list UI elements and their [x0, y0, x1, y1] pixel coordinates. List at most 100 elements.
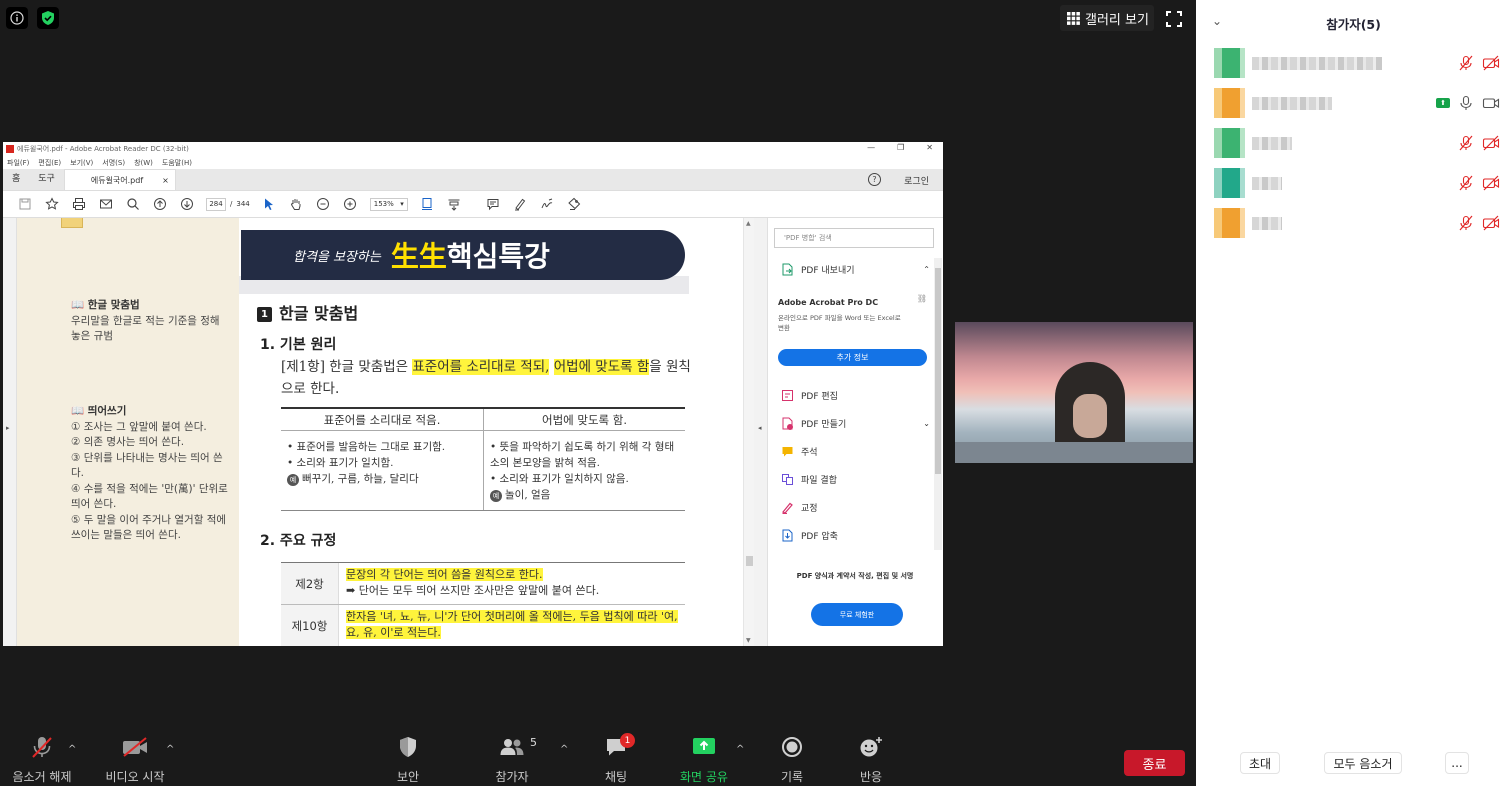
help-icon[interactable]: ?: [868, 173, 881, 186]
share-options-caret-icon[interactable]: ^: [736, 744, 744, 755]
encryption-shield-icon[interactable]: [37, 7, 59, 29]
participant-row[interactable]: [1214, 208, 1500, 238]
fit-page-icon[interactable]: [414, 194, 441, 214]
acrobat-toolbar: 284 / 344 153% ▾: [3, 191, 943, 218]
tool-edit-pdf[interactable]: PDF 편집: [780, 388, 930, 402]
tools-scrollbar[interactable]: [934, 258, 942, 550]
login-button[interactable]: 로그인: [904, 174, 929, 187]
acrobat-menu-bar: 파일(F) 편집(E) 보기(V) 서명(S) 창(W) 도움말(H): [3, 156, 943, 169]
tab-tools[interactable]: 도구: [29, 171, 64, 190]
highlight-text: 어법에 맞도록 함: [553, 359, 650, 375]
tool-proofread[interactable]: 교정: [780, 500, 930, 514]
page-indicator: 284 / 344: [206, 197, 250, 211]
mute-all-button[interactable]: 모두 음소거: [1324, 752, 1402, 774]
video-options-caret-icon[interactable]: ^: [166, 744, 174, 755]
zoom-out-icon[interactable]: [310, 194, 337, 214]
participants-button[interactable]: 5 참가자: [472, 730, 552, 786]
sign-icon[interactable]: [534, 194, 561, 214]
tool-create-pdf[interactable]: PDF 만들기 ⌄: [780, 416, 930, 430]
menu-file[interactable]: 파일(F): [7, 158, 29, 168]
avatar: [1214, 128, 1245, 158]
tab-home[interactable]: 홈: [3, 171, 29, 190]
tool-label: 파일 결합: [801, 475, 837, 486]
menu-help[interactable]: 도움말(H): [162, 158, 192, 168]
comment-icon[interactable]: [480, 194, 507, 214]
participant-name-redacted: [1252, 97, 1332, 110]
participant-row[interactable]: ⬆: [1214, 88, 1500, 118]
compress-pdf-icon: [780, 528, 794, 542]
mail-icon[interactable]: [92, 194, 119, 214]
note-spacing-item: ② 의존 명사는 띄어 쓴다.: [71, 436, 185, 448]
menu-sign[interactable]: 서명(S): [102, 158, 125, 168]
rule-column-grammar: 어법에 맞도록 함. • 뜻을 파악하기 쉽도록 하기 위해 각 형태소의 본모…: [483, 409, 685, 510]
more-info-button[interactable]: 추가 정보: [778, 349, 927, 366]
participant-row[interactable]: [1214, 48, 1500, 78]
video-off-icon: [1482, 175, 1500, 191]
page-number-input[interactable]: 284: [206, 197, 226, 211]
reactions-label: 반응: [859, 770, 883, 784]
article-row: 제2항 문장의 각 단어는 띄어 씀을 원칙으로 한다. ➡ 단어는 모두 띄어…: [281, 563, 685, 605]
mic-muted-icon: [32, 737, 52, 758]
tool-compress-pdf[interactable]: PDF 압축: [780, 528, 930, 542]
more-options-button[interactable]: ...: [1445, 752, 1469, 774]
document-scrollbar[interactable]: ▲ ▼: [743, 218, 754, 646]
fill-sign-icon[interactable]: [561, 194, 588, 214]
pdf-page[interactable]: 📖 한글 맞춤법 우리말을 한글로 적는 기준을 정해 놓은 규범 📖 띄어쓰기…: [17, 218, 743, 646]
security-button[interactable]: 보안: [368, 730, 448, 786]
chat-button[interactable]: 1 채팅: [576, 730, 656, 786]
participant-video-tile[interactable]: [955, 322, 1193, 463]
save-icon[interactable]: [11, 194, 38, 214]
banner-tagline: 합격을 보장하는: [293, 249, 381, 265]
reactions-button[interactable]: 반응: [831, 730, 911, 786]
unmute-button[interactable]: 음소거 해제: [2, 730, 82, 786]
acrobat-document-area: ▸ 📖 한글 맞춤법 우리말을 한글로 적는 기준을 정해 놓은 규범 📖 띄어…: [3, 218, 943, 646]
invite-button[interactable]: 초대: [1240, 752, 1280, 774]
restore-icon[interactable]: ❐: [897, 143, 904, 152]
share-screen-button[interactable]: 화면 공유: [664, 730, 744, 786]
bookmark-star-icon[interactable]: [38, 194, 65, 214]
hand-tool-icon[interactable]: [283, 194, 310, 214]
video-off-icon: [1482, 55, 1500, 71]
record-button[interactable]: 기록: [752, 730, 832, 786]
free-trial-button[interactable]: 무료 체험판: [811, 603, 903, 626]
promo-link-icon[interactable]: ⛓: [917, 294, 927, 303]
participant-row[interactable]: [1214, 168, 1500, 198]
scrollbar-thumb[interactable]: [746, 556, 753, 566]
zoom-select[interactable]: 153% ▾: [369, 197, 408, 211]
participant-row[interactable]: [1214, 128, 1500, 158]
rule-example: 예 뻐꾸기, 구름, 하늘, 달리다: [287, 471, 477, 487]
minimize-icon[interactable]: —: [867, 143, 875, 152]
info-icon[interactable]: [6, 7, 28, 29]
highlight-pen-icon[interactable]: [507, 194, 534, 214]
end-meeting-button[interactable]: 종료: [1124, 750, 1185, 776]
note-spacing-heading: 📖 띄어쓰기: [71, 405, 127, 417]
scrollbar-thumb[interactable]: [935, 268, 941, 474]
tool-comment[interactable]: 주석: [780, 444, 930, 458]
page-up-icon[interactable]: [146, 194, 173, 214]
scroll-down-icon[interactable]: ▼: [746, 637, 751, 644]
left-pane-toggle[interactable]: ▸: [3, 218, 17, 646]
page-down-icon[interactable]: [173, 194, 200, 214]
print-icon[interactable]: [65, 194, 92, 214]
start-video-button[interactable]: 비디오 시작: [95, 730, 175, 786]
tools-pane-toggle[interactable]: ◂: [754, 218, 768, 646]
scroll-mode-icon[interactable]: [441, 194, 468, 214]
tab-document[interactable]: 에듀윌국어.pdf ×: [63, 169, 176, 190]
tools-search-input[interactable]: 'PDF 병합' 검색: [774, 228, 934, 248]
menu-view[interactable]: 보기(V): [70, 158, 93, 168]
close-window-icon[interactable]: ✕: [926, 143, 933, 152]
tab-close-icon[interactable]: ×: [162, 176, 169, 185]
audio-options-caret-icon[interactable]: ^: [68, 744, 76, 755]
zoom-in-icon[interactable]: [337, 194, 364, 214]
scroll-up-icon[interactable]: ▲: [746, 220, 751, 227]
search-icon[interactable]: [119, 194, 146, 214]
tool-export-pdf[interactable]: PDF 내보내기 ⌃: [780, 262, 930, 276]
fullscreen-icon[interactable]: [1164, 9, 1184, 29]
page-total: 344: [236, 200, 250, 208]
menu-edit[interactable]: 편집(E): [38, 158, 61, 168]
select-cursor-icon[interactable]: [256, 194, 283, 214]
participants-options-caret-icon[interactable]: ^: [560, 744, 568, 755]
tool-combine-files[interactable]: 파일 결합: [780, 472, 930, 486]
menu-window[interactable]: 창(W): [134, 158, 153, 168]
gallery-view-button[interactable]: 갤러리 보기: [1060, 5, 1154, 31]
